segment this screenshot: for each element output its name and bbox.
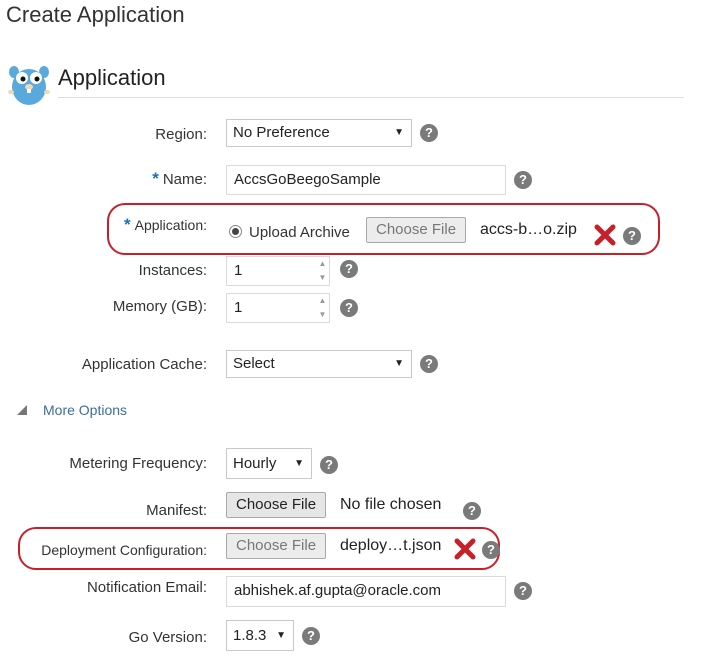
metering-label: Metering Frequency: (69, 455, 207, 472)
upload-archive-label: Upload Archive (249, 224, 350, 241)
help-icon[interactable]: ? (340, 260, 358, 278)
spin-up-icon[interactable]: ▲ (316, 294, 329, 308)
metering-select[interactable]: Hourly ▼ (226, 448, 312, 479)
page-title: Create Application (6, 2, 185, 27)
section-divider (58, 97, 684, 98)
help-icon[interactable]: ? (463, 502, 481, 520)
help-icon[interactable]: ? (320, 456, 338, 474)
region-select[interactable]: No Preference ▼ (226, 119, 412, 147)
help-icon[interactable]: ? (514, 171, 532, 189)
upload-archive-radio[interactable] (229, 225, 242, 238)
chevron-down-icon: ▼ (294, 458, 304, 469)
application-label-group: * Application: (124, 215, 207, 235)
go-version-label: Go Version: (128, 629, 207, 646)
deployment-label: Deployment Configuration: (41, 542, 207, 558)
deployment-choose-file-button[interactable]: Choose File (226, 533, 327, 559)
radio-dot (232, 228, 239, 235)
remove-x-icon[interactable] (454, 538, 476, 560)
application-label: Application: (134, 217, 207, 233)
deployment-file-name: deploy…t.json (340, 537, 442, 554)
chevron-down-icon: ▼ (276, 630, 286, 641)
region-select-value: No Preference (233, 124, 330, 141)
required-marker: * (152, 169, 159, 188)
section-title: Application (58, 65, 166, 90)
help-icon[interactable]: ? (302, 627, 320, 645)
manifest-choose-file-button[interactable]: Choose File (226, 492, 327, 518)
name-label: Name: (162, 171, 207, 188)
application-file-name: accs-b…o.zip (480, 221, 577, 238)
name-field[interactable]: AccsGoBeegoSample (226, 165, 506, 195)
help-icon[interactable]: ? (623, 227, 641, 245)
email-label: Notification Email: (86, 579, 207, 596)
more-options-link[interactable]: More Options (43, 402, 127, 418)
cache-label: Application Cache: (81, 356, 207, 373)
manifest-file-name: No file chosen (340, 496, 442, 513)
application-choose-file-button[interactable]: Choose File (366, 217, 467, 243)
manifest-label: Manifest: (146, 502, 207, 519)
cache-select-value: Select (233, 355, 275, 372)
help-icon[interactable]: ? (514, 582, 532, 600)
cache-select[interactable]: Select ▼ (226, 350, 412, 378)
email-field[interactable]: abhishek.af.gupta@oracle.com (226, 576, 506, 607)
required-marker: * (123, 215, 131, 234)
name-label-group: * Name: (152, 169, 207, 189)
instances-label: Instances: (138, 262, 207, 279)
instances-field[interactable]: 1 (226, 256, 316, 286)
collapse-triangle-icon[interactable] (16, 404, 28, 416)
memory-field[interactable]: 1 (226, 293, 316, 323)
help-icon[interactable]: ? (420, 355, 438, 373)
go-version-select[interactable]: 1.8.3 ▼ (226, 620, 294, 651)
metering-select-value: Hourly (233, 455, 277, 472)
region-label: Region: (155, 126, 207, 143)
memory-label: Memory (GB): (112, 298, 207, 315)
remove-x-icon[interactable] (594, 224, 616, 246)
gopher-icon (8, 66, 50, 105)
spin-down-icon[interactable]: ▼ (316, 308, 329, 322)
instances-spinner[interactable]: ▲ ▼ (316, 256, 330, 286)
chevron-down-icon: ▼ (394, 358, 404, 369)
go-version-select-value: 1.8.3 (233, 627, 267, 644)
chevron-down-icon: ▼ (394, 127, 404, 138)
help-icon[interactable]: ? (340, 299, 358, 317)
help-icon[interactable]: ? (420, 124, 438, 142)
help-icon[interactable]: ? (482, 541, 500, 559)
spin-down-icon[interactable]: ▼ (316, 271, 329, 285)
memory-spinner[interactable]: ▲ ▼ (316, 293, 330, 323)
spin-up-icon[interactable]: ▲ (316, 257, 329, 271)
